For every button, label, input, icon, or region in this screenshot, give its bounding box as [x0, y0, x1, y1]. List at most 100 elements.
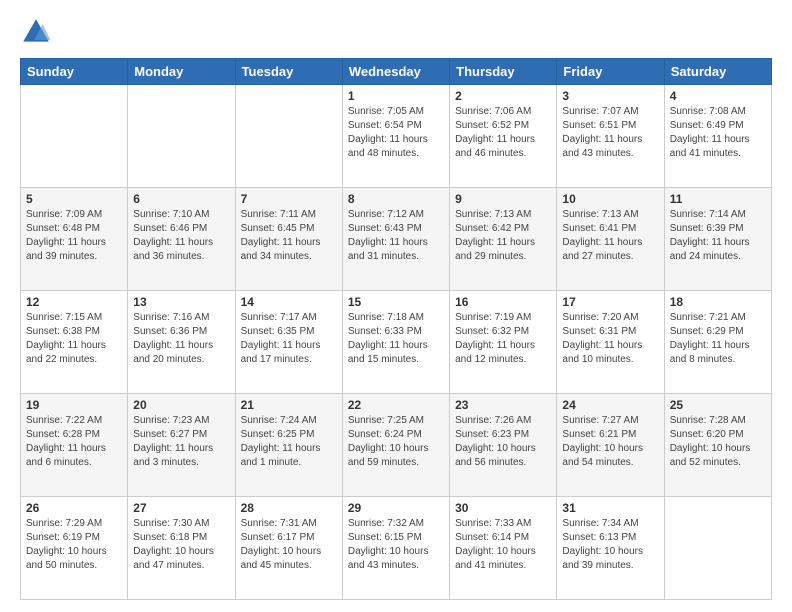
calendar-cell [235, 85, 342, 188]
calendar-cell: 12 Sunrise: 7:15 AM Sunset: 6:38 PM Dayli… [21, 291, 128, 394]
day-number: 11 [670, 192, 766, 206]
calendar-cell [664, 497, 771, 600]
day-info: Sunrise: 7:27 AM Sunset: 6:21 PM Dayligh… [562, 414, 658, 470]
day-number: 4 [670, 89, 766, 103]
day-number: 12 [26, 295, 122, 309]
calendar-cell: 25 Sunrise: 7:28 AM Sunset: 6:20 PM Dayli… [664, 394, 771, 497]
day-info: Sunrise: 7:11 AM Sunset: 6:45 PM Dayligh… [241, 208, 337, 264]
day-number: 10 [562, 192, 658, 206]
calendar-cell: 29 Sunrise: 7:32 AM Sunset: 6:15 PM Dayli… [342, 497, 449, 600]
calendar-cell: 22 Sunrise: 7:25 AM Sunset: 6:24 PM Dayli… [342, 394, 449, 497]
day-number: 31 [562, 501, 658, 515]
calendar-cell: 4 Sunrise: 7:08 AM Sunset: 6:49 PM Daylig… [664, 85, 771, 188]
calendar-cell: 26 Sunrise: 7:29 AM Sunset: 6:19 PM Dayli… [21, 497, 128, 600]
day-info: Sunrise: 7:33 AM Sunset: 6:14 PM Dayligh… [455, 517, 551, 573]
day-number: 1 [348, 89, 444, 103]
day-number: 26 [26, 501, 122, 515]
day-info: Sunrise: 7:15 AM Sunset: 6:38 PM Dayligh… [26, 311, 122, 367]
day-number: 29 [348, 501, 444, 515]
day-number: 21 [241, 398, 337, 412]
calendar-week-2: 5Sunrise: 7:09 AM Sunset: 6:48 PM Daylig… [21, 188, 772, 291]
day-info: Sunrise: 7:05 AM Sunset: 6:54 PM Dayligh… [348, 105, 444, 161]
day-info: Sunrise: 7:16 AM Sunset: 6:36 PM Dayligh… [133, 311, 229, 367]
day-info: Sunrise: 7:17 AM Sunset: 6:35 PM Dayligh… [241, 311, 337, 367]
day-info: Sunrise: 7:22 AM Sunset: 6:28 PM Dayligh… [26, 414, 122, 470]
calendar-table: Sunday Monday Tuesday Wednesday Thursday… [20, 58, 772, 600]
header-monday: Monday [128, 59, 235, 85]
calendar-cell: 27 Sunrise: 7:30 AM Sunset: 6:18 PM Dayli… [128, 497, 235, 600]
calendar-cell: 7 Sunrise: 7:11 AM Sunset: 6:45 PM Daylig… [235, 188, 342, 291]
header-sunday: Sunday [21, 59, 128, 85]
calendar-cell: 16 Sunrise: 7:19 AM Sunset: 6:32 PM Dayli… [450, 291, 557, 394]
calendar-week-5: 26 Sunrise: 7:29 AM Sunset: 6:19 PM Dayli… [21, 497, 772, 600]
calendar-cell [128, 85, 235, 188]
day-info: Sunrise: 7:07 AM Sunset: 6:51 PM Dayligh… [562, 105, 658, 161]
day-info: Sunrise: 7:23 AM Sunset: 6:27 PM Dayligh… [133, 414, 229, 470]
header-friday: Friday [557, 59, 664, 85]
calendar-cell: 2 Sunrise: 7:06 AM Sunset: 6:52 PM Daylig… [450, 85, 557, 188]
day-number: 24 [562, 398, 658, 412]
day-number: 14 [241, 295, 337, 309]
calendar-cell: 14 Sunrise: 7:17 AM Sunset: 6:35 PM Dayli… [235, 291, 342, 394]
calendar-cell: 5Sunrise: 7:09 AM Sunset: 6:48 PM Daylig… [21, 188, 128, 291]
calendar-cell: 6 Sunrise: 7:10 AM Sunset: 6:46 PM Daylig… [128, 188, 235, 291]
day-info: Sunrise: 7:26 AM Sunset: 6:23 PM Dayligh… [455, 414, 551, 470]
header [20, 16, 772, 48]
day-number: 23 [455, 398, 551, 412]
header-tuesday: Tuesday [235, 59, 342, 85]
calendar-week-3: 12 Sunrise: 7:15 AM Sunset: 6:38 PM Dayli… [21, 291, 772, 394]
day-info: Sunrise: 7:13 AM Sunset: 6:42 PM Dayligh… [455, 208, 551, 264]
day-number: 8 [348, 192, 444, 206]
header-thursday: Thursday [450, 59, 557, 85]
day-number: 25 [670, 398, 766, 412]
day-info: Sunrise: 7:31 AM Sunset: 6:17 PM Dayligh… [241, 517, 337, 573]
calendar-cell: 23 Sunrise: 7:26 AM Sunset: 6:23 PM Dayli… [450, 394, 557, 497]
day-number: 17 [562, 295, 658, 309]
day-number: 28 [241, 501, 337, 515]
day-number: 15 [348, 295, 444, 309]
day-info: Sunrise: 7:32 AM Sunset: 6:15 PM Dayligh… [348, 517, 444, 573]
header-wednesday: Wednesday [342, 59, 449, 85]
day-info: Sunrise: 7:12 AM Sunset: 6:43 PM Dayligh… [348, 208, 444, 264]
day-number: 7 [241, 192, 337, 206]
calendar-cell: 18Sunrise: 7:21 AM Sunset: 6:29 PM Dayli… [664, 291, 771, 394]
calendar-cell: 11 Sunrise: 7:14 AM Sunset: 6:39 PM Dayli… [664, 188, 771, 291]
calendar-cell: 17 Sunrise: 7:20 AM Sunset: 6:31 PM Dayli… [557, 291, 664, 394]
calendar-cell: 20 Sunrise: 7:23 AM Sunset: 6:27 PM Dayli… [128, 394, 235, 497]
day-info: Sunrise: 7:06 AM Sunset: 6:52 PM Dayligh… [455, 105, 551, 161]
day-number: 9 [455, 192, 551, 206]
calendar-cell: 8 Sunrise: 7:12 AM Sunset: 6:43 PM Daylig… [342, 188, 449, 291]
day-info: Sunrise: 7:29 AM Sunset: 6:19 PM Dayligh… [26, 517, 122, 573]
day-info: Sunrise: 7:21 AM Sunset: 6:29 PM Dayligh… [670, 311, 766, 367]
day-info: Sunrise: 7:08 AM Sunset: 6:49 PM Dayligh… [670, 105, 766, 161]
page: Sunday Monday Tuesday Wednesday Thursday… [0, 0, 792, 612]
calendar-week-1: 1 Sunrise: 7:05 AM Sunset: 6:54 PM Daylig… [21, 85, 772, 188]
logo [20, 16, 56, 48]
day-number: 2 [455, 89, 551, 103]
day-info: Sunrise: 7:30 AM Sunset: 6:18 PM Dayligh… [133, 517, 229, 573]
day-number: 16 [455, 295, 551, 309]
day-info: Sunrise: 7:10 AM Sunset: 6:46 PM Dayligh… [133, 208, 229, 264]
calendar-cell: 28 Sunrise: 7:31 AM Sunset: 6:17 PM Dayli… [235, 497, 342, 600]
day-number: 6 [133, 192, 229, 206]
calendar-cell: 9 Sunrise: 7:13 AM Sunset: 6:42 PM Daylig… [450, 188, 557, 291]
calendar-cell: 19Sunrise: 7:22 AM Sunset: 6:28 PM Dayli… [21, 394, 128, 497]
day-info: Sunrise: 7:19 AM Sunset: 6:32 PM Dayligh… [455, 311, 551, 367]
day-info: Sunrise: 7:20 AM Sunset: 6:31 PM Dayligh… [562, 311, 658, 367]
day-number: 27 [133, 501, 229, 515]
calendar-cell: 15Sunrise: 7:18 AM Sunset: 6:33 PM Dayli… [342, 291, 449, 394]
calendar-cell: 13 Sunrise: 7:16 AM Sunset: 6:36 PM Dayli… [128, 291, 235, 394]
day-info: Sunrise: 7:14 AM Sunset: 6:39 PM Dayligh… [670, 208, 766, 264]
day-number: 13 [133, 295, 229, 309]
day-info: Sunrise: 7:34 AM Sunset: 6:13 PM Dayligh… [562, 517, 658, 573]
day-info: Sunrise: 7:24 AM Sunset: 6:25 PM Dayligh… [241, 414, 337, 470]
day-number: 3 [562, 89, 658, 103]
day-info: Sunrise: 7:09 AM Sunset: 6:48 PM Dayligh… [26, 208, 122, 264]
day-info: Sunrise: 7:28 AM Sunset: 6:20 PM Dayligh… [670, 414, 766, 470]
day-number: 20 [133, 398, 229, 412]
calendar-cell: 3 Sunrise: 7:07 AM Sunset: 6:51 PM Daylig… [557, 85, 664, 188]
calendar-cell: 1 Sunrise: 7:05 AM Sunset: 6:54 PM Daylig… [342, 85, 449, 188]
day-info: Sunrise: 7:25 AM Sunset: 6:24 PM Dayligh… [348, 414, 444, 470]
day-number: 22 [348, 398, 444, 412]
header-saturday: Saturday [664, 59, 771, 85]
